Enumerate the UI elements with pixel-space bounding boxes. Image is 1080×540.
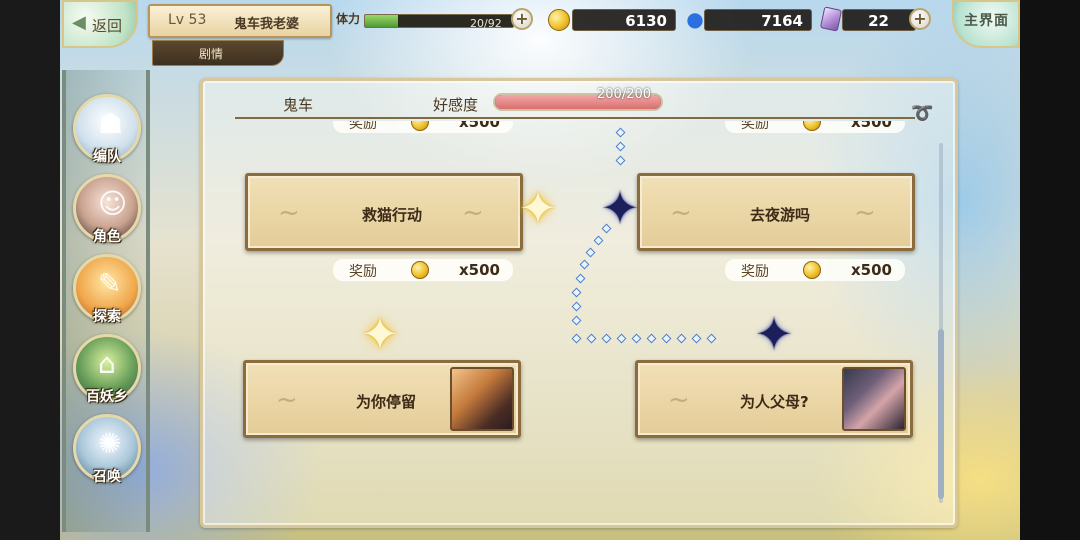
navy-star-icon: ✦ bbox=[754, 307, 794, 361]
home-label: 主界面 bbox=[964, 13, 1009, 29]
story-node-stay-for-you[interactable]: ~ 为你停留 bbox=[243, 360, 521, 438]
menu-summon-label: 召唤 bbox=[93, 469, 121, 485]
menu-team-label: 编队 bbox=[93, 149, 121, 165]
gold-star-icon: ✦ bbox=[518, 181, 558, 235]
navy-star-icon: ✦ bbox=[600, 181, 640, 235]
stamina-bar-fill bbox=[365, 15, 398, 27]
story-panel: 鬼车 好感度 200/200 ➰ 奖励 x500 奖励 x500 ~ 救猫行动 … bbox=[200, 78, 958, 528]
path-dot bbox=[585, 247, 596, 258]
menu-character-label: 角色 bbox=[93, 229, 121, 245]
crystal-icon bbox=[819, 6, 843, 32]
story-node-rescue-cat[interactable]: ~ 救猫行动 ~ bbox=[245, 173, 523, 251]
tab-plot-label: 剧情 bbox=[199, 47, 224, 61]
scrollbar-thumb[interactable] bbox=[938, 329, 944, 499]
path-dot bbox=[571, 333, 582, 344]
spirit-value: 7164 bbox=[761, 12, 803, 30]
side-menu: ☗ 编队 ☺ 角色 ✎ 探索 ⌂ 百妖乡 ✺ 召唤 bbox=[62, 70, 150, 532]
path-dot bbox=[593, 235, 604, 246]
gold-coin-icon bbox=[548, 9, 570, 31]
back-arrow-icon: ◀ bbox=[72, 12, 86, 33]
story-node-night-stroll[interactable]: ~ 去夜游吗 ~ bbox=[637, 173, 915, 251]
header-divider bbox=[235, 117, 915, 119]
stamina-label: 体力 bbox=[336, 12, 361, 26]
right-letterbox bbox=[1020, 0, 1080, 540]
menu-team-button[interactable]: ☗ 编队 bbox=[70, 94, 144, 168]
affinity-value: 200/200 bbox=[597, 87, 652, 102]
gold-coin-icon bbox=[411, 261, 429, 279]
back-button[interactable]: ◀ 返回 bbox=[62, 0, 138, 48]
path-dot bbox=[575, 273, 586, 284]
path-dot bbox=[586, 333, 597, 344]
add-crystal-button[interactable]: + bbox=[909, 8, 931, 30]
path-dot bbox=[571, 287, 582, 298]
game-screen: ◀ 返回 Lv 53 鬼车我老婆 剧情 体力 20/92 + 6130 ● 71… bbox=[60, 0, 1020, 540]
story-title: 去夜游吗 bbox=[750, 206, 811, 224]
spirit-flame-icon: ● bbox=[686, 7, 704, 31]
menu-explore-label: 探索 bbox=[93, 309, 121, 325]
story-title: 为人父母? bbox=[740, 393, 809, 411]
gold-star-icon: ✦ bbox=[360, 307, 400, 361]
path-dot bbox=[571, 301, 582, 312]
path-dot bbox=[615, 141, 626, 152]
crystal-counter: 22 bbox=[842, 9, 916, 31]
menu-yokai-village-button[interactable]: ⌂ 百妖乡 bbox=[70, 334, 144, 408]
menu-explore-button[interactable]: ✎ 探索 bbox=[70, 254, 144, 328]
player-info-plate: Lv 53 鬼车我老婆 bbox=[148, 4, 332, 38]
path-dot bbox=[601, 333, 612, 344]
path-dot bbox=[691, 333, 702, 344]
gold-value: 6130 bbox=[625, 12, 667, 30]
player-level: Lv 53 bbox=[168, 12, 207, 28]
gold-counter: 6130 bbox=[572, 9, 676, 31]
story-title: 为你停留 bbox=[356, 393, 417, 411]
menu-summon-button[interactable]: ✺ 召唤 bbox=[70, 414, 144, 488]
spirit-counter: 7164 bbox=[704, 9, 812, 31]
path-dot bbox=[579, 259, 590, 270]
path-dot bbox=[631, 333, 642, 344]
reward-row-partial: 奖励 x500 bbox=[333, 121, 523, 135]
story-thumbnail bbox=[842, 367, 906, 431]
path-dot bbox=[615, 155, 626, 166]
path-dot bbox=[571, 315, 582, 326]
home-button[interactable]: 主界面 bbox=[952, 0, 1020, 48]
affinity-label: 好感度 bbox=[433, 96, 479, 114]
player-name: 鬼车我老婆 bbox=[234, 17, 300, 32]
story-reward: 奖励 x500 bbox=[333, 259, 513, 281]
story-thumbnail bbox=[450, 367, 514, 431]
path-dot bbox=[616, 333, 627, 344]
stamina-value: 20/92 bbox=[470, 17, 502, 30]
story-reward: 奖励 x500 bbox=[725, 259, 905, 281]
reward-row-partial: 奖励 x500 bbox=[725, 121, 915, 135]
menu-character-button[interactable]: ☺ 角色 bbox=[70, 174, 144, 248]
path-dot bbox=[661, 333, 672, 344]
add-stamina-button[interactable]: + bbox=[511, 8, 533, 30]
path-dot bbox=[646, 333, 657, 344]
menu-yokai-village-label: 百妖乡 bbox=[86, 389, 128, 405]
path-dot bbox=[676, 333, 687, 344]
left-letterbox bbox=[0, 0, 60, 540]
stamina-meter: 体力 20/92 bbox=[334, 8, 534, 32]
character-name: 鬼车 bbox=[283, 96, 314, 114]
path-dot bbox=[706, 333, 717, 344]
story-title: 救猫行动 bbox=[362, 206, 423, 224]
crystal-value: 22 bbox=[868, 12, 889, 30]
tab-plot[interactable]: 剧情 bbox=[152, 40, 284, 66]
path-dot bbox=[615, 127, 626, 138]
gold-coin-icon bbox=[803, 261, 821, 279]
back-label: 返回 bbox=[92, 17, 123, 35]
story-node-becoming-parents[interactable]: ~ 为人父母? bbox=[635, 360, 913, 438]
